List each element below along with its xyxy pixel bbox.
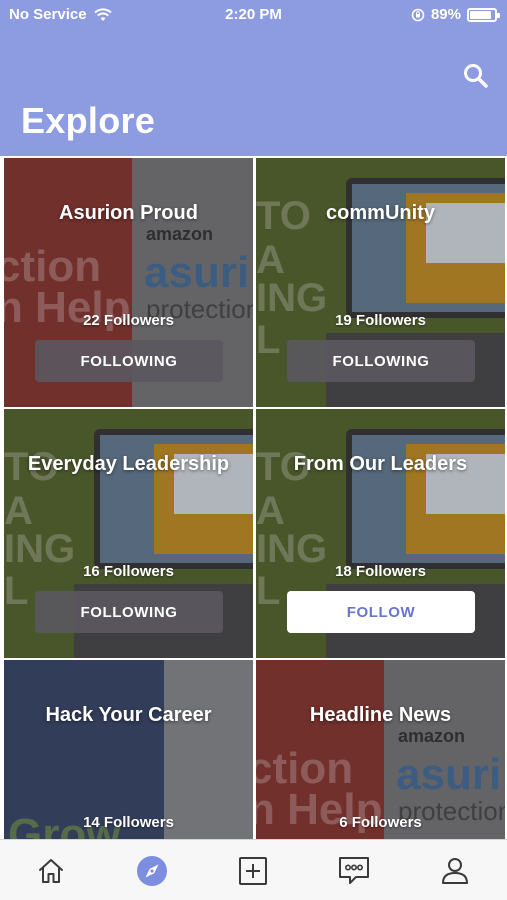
- channel-tile-hack-your-career[interactable]: Grow Hack Your Career 14 Followers: [4, 660, 253, 839]
- home-icon: [38, 858, 63, 883]
- profile-icon: [441, 857, 468, 884]
- battery-percent: 89%: [430, 6, 461, 23]
- following-button[interactable]: FOLLOWING: [287, 340, 475, 382]
- channel-tile-headline-news[interactable]: amazon ction n Help asuri protection Hea…: [256, 660, 505, 839]
- channel-tile-everyday-leadership[interactable]: TO A ING L Everyday Leadership 16 Follow…: [4, 409, 253, 658]
- page-title: Explore: [21, 100, 156, 141]
- following-button[interactable]: FOLLOWING: [35, 591, 223, 633]
- channel-followers: 16 Followers: [83, 563, 174, 580]
- channel-followers: 14 Followers: [83, 814, 174, 831]
- channel-name: Hack Your Career: [45, 704, 212, 726]
- channel-tile-asurion-proud[interactable]: amazon ction n Help asuri protection Asu…: [4, 158, 253, 407]
- channel-name: Asurion Proud: [59, 202, 198, 224]
- add-post-icon: [238, 856, 267, 885]
- channel-name: Headline News: [309, 704, 452, 726]
- channel-tile-community[interactable]: TO A ING L commUnity 19 Followers FOLLOW…: [256, 158, 505, 407]
- channel-grid: amazon ction n Help asuri protection Asu…: [0, 156, 507, 839]
- tab-messages[interactable]: [303, 840, 404, 900]
- channel-tile-from-our-leaders[interactable]: TO A ING L From Our Leaders 18 Followers…: [256, 409, 505, 658]
- app-header: No Service 2:20 PM 89% Explore: [0, 0, 507, 156]
- search-icon: [464, 64, 488, 88]
- following-button[interactable]: FOLLOWING: [35, 340, 223, 382]
- channel-name: Everyday Leadership: [27, 453, 230, 475]
- status-bar: No Service 2:20 PM 89%: [0, 0, 507, 28]
- follow-button[interactable]: FOLLOW: [287, 591, 475, 633]
- channel-followers: 22 Followers: [83, 312, 174, 329]
- messages-icon: [338, 856, 369, 884]
- channel-followers: 19 Followers: [335, 312, 426, 329]
- channel-followers: 6 Followers: [339, 814, 422, 831]
- channel-name: commUnity: [326, 202, 435, 224]
- battery-icon: [467, 7, 500, 22]
- tab-bar: [0, 839, 507, 900]
- tab-explore[interactable]: [101, 840, 202, 900]
- search-button[interactable]: [462, 62, 490, 90]
- tab-profile[interactable]: [404, 840, 505, 900]
- tab-new-post[interactable]: [202, 840, 303, 900]
- compass-icon: [136, 855, 167, 886]
- channel-name: From Our Leaders: [293, 453, 468, 475]
- channel-followers: 18 Followers: [335, 563, 426, 580]
- tab-home[interactable]: [0, 840, 101, 900]
- rotation-lock-icon: [411, 8, 425, 21]
